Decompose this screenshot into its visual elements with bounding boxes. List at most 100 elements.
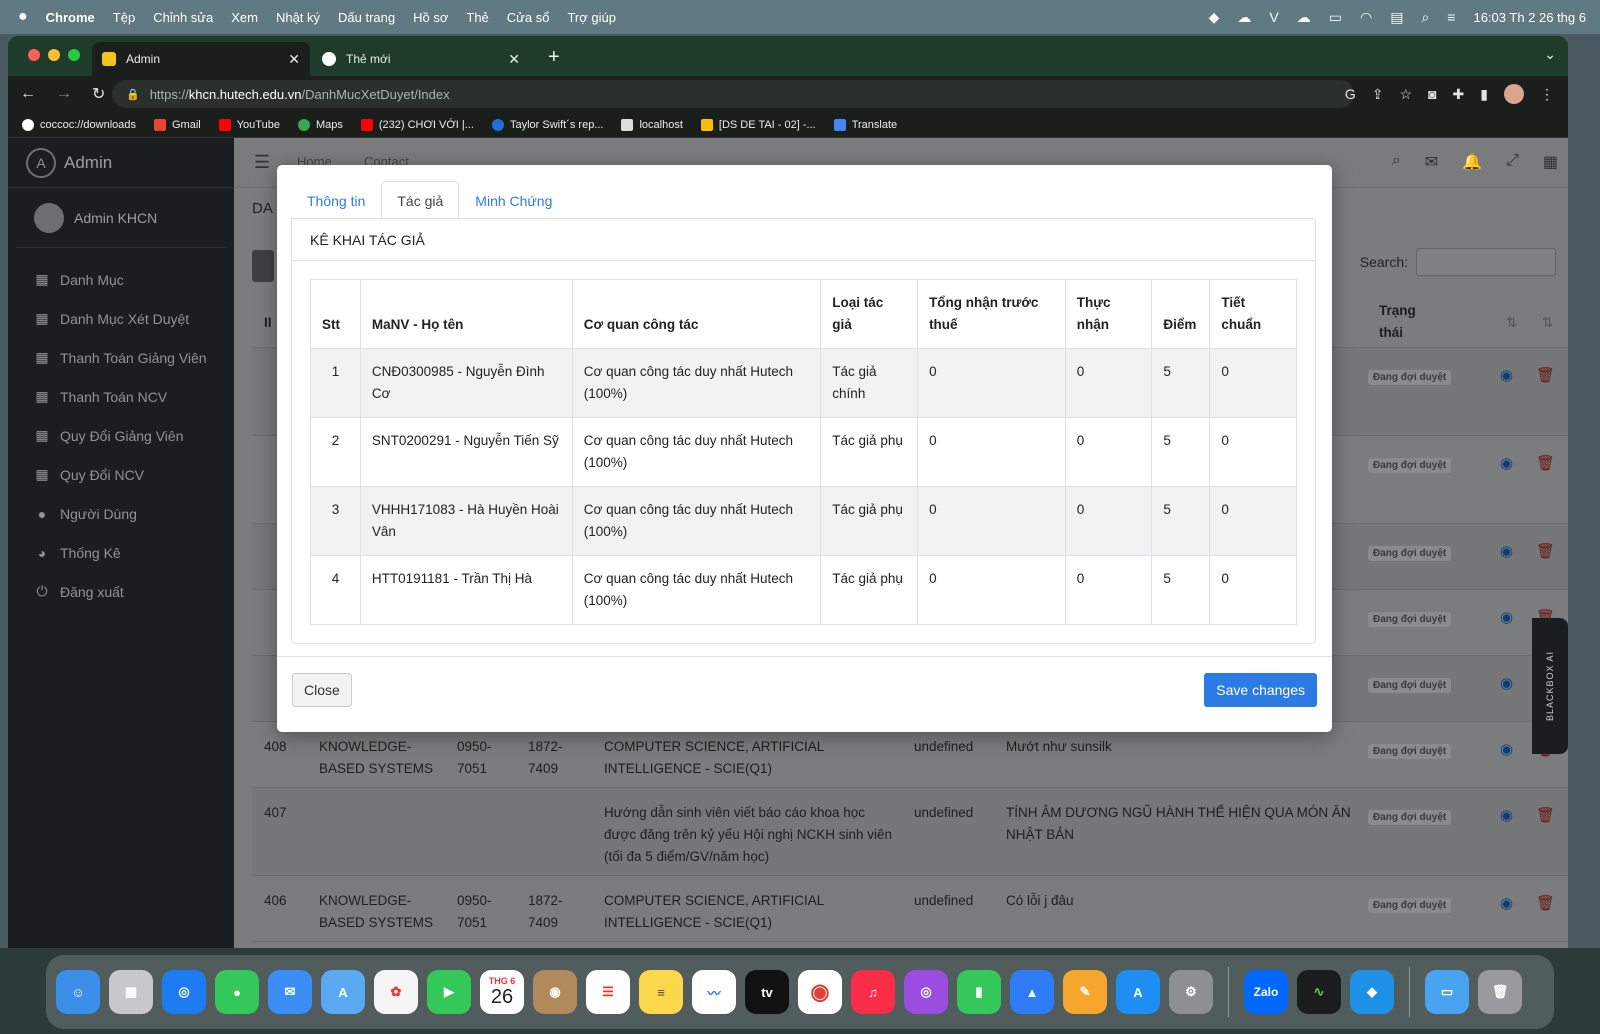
- profile-avatar[interactable]: [1504, 84, 1524, 104]
- menu-item-help[interactable]: Trợ giúp: [567, 10, 616, 25]
- notifications-bell-icon[interactable]: 🔔: [1462, 152, 1482, 172]
- messages-app-icon[interactable]: ●: [215, 970, 259, 1014]
- sort-icon[interactable]: ⇅: [1542, 312, 1553, 334]
- google-lens-icon[interactable]: G: [1345, 86, 1356, 102]
- keyboard-icon[interactable]: ▤: [1390, 9, 1403, 26]
- reload-icon[interactable]: ↻: [92, 84, 105, 104]
- table-search-input[interactable]: [1416, 248, 1556, 276]
- menu-item-window[interactable]: Cửa sổ: [507, 10, 550, 25]
- zalo-icon[interactable]: Zalo: [1244, 970, 1288, 1014]
- photos-icon[interactable]: ✿: [374, 970, 418, 1014]
- view-eye-icon[interactable]: ◉: [1500, 740, 1513, 758]
- sidebar-item-danh-muc-xet-duyet[interactable]: ▦ Danh Mục Xét Duyệt: [8, 299, 234, 338]
- menu-item-bookmarks[interactable]: Dấu trang: [338, 10, 395, 25]
- side-panel-icon[interactable]: ▮: [1480, 86, 1488, 103]
- col-id-header[interactable]: II: [264, 312, 272, 334]
- back-arrow-icon[interactable]: ←: [20, 85, 36, 103]
- podcasts-icon[interactable]: ◎: [904, 970, 948, 1014]
- camera-extension-icon[interactable]: ◙: [1428, 86, 1436, 102]
- chrome-menu-icon[interactable]: ⋮: [1540, 86, 1554, 103]
- bookmark-downloads[interactable]: coccoc://downloads: [22, 118, 136, 131]
- v-menu-icon[interactable]: V: [1269, 9, 1278, 25]
- tab-minh-chung[interactable]: Minh Chứng: [459, 181, 568, 219]
- bookmark-translate[interactable]: Translate: [833, 118, 897, 131]
- app-store-icon[interactable]: A: [1116, 970, 1160, 1014]
- chrome-app-icon[interactable]: ◉: [798, 970, 842, 1014]
- view-eye-icon[interactable]: ◉: [1500, 894, 1513, 912]
- view-eye-icon[interactable]: ◉: [1500, 542, 1513, 560]
- bookmark-maps[interactable]: Maps: [297, 118, 343, 131]
- search-icon[interactable]: ⌕: [1392, 152, 1401, 172]
- toolbar-button[interactable]: [252, 250, 274, 282]
- sidebar-item-thong-ke[interactable]: ◕ Thống Kê: [8, 533, 234, 572]
- tab-thong-tin[interactable]: Thông tin: [291, 181, 381, 219]
- mail-icon[interactable]: ✉: [268, 970, 312, 1014]
- finder-icon[interactable]: ☺: [56, 970, 100, 1014]
- extensions-puzzle-icon[interactable]: ✚: [1453, 86, 1465, 103]
- battery-icon[interactable]: ▭: [1329, 9, 1342, 26]
- tab-new-tab[interactable]: Thẻ mới ✕: [312, 42, 530, 76]
- view-eye-icon[interactable]: ◉: [1500, 806, 1513, 824]
- reminders-icon[interactable]: ☰: [586, 970, 630, 1014]
- maps-app-icon[interactable]: A: [321, 970, 365, 1014]
- trash-icon[interactable]: 🗑: [1478, 970, 1522, 1014]
- delete-trash-icon[interactable]: 🗑: [1536, 454, 1555, 472]
- save-changes-button[interactable]: Save changes: [1204, 673, 1317, 707]
- bookmark-gmail[interactable]: Gmail: [154, 118, 201, 131]
- keynote-icon[interactable]: ▲: [1010, 970, 1054, 1014]
- pages-icon[interactable]: ✎: [1063, 970, 1107, 1014]
- blackbox-ai-panel[interactable]: BLACKBOX AI: [1532, 618, 1568, 754]
- cloud-status-icon[interactable]: ☁: [1237, 9, 1251, 26]
- bookmark-localhost[interactable]: localhost: [621, 118, 683, 131]
- launchpad-icon[interactable]: ▦: [109, 970, 153, 1014]
- close-tab-icon[interactable]: ✕: [288, 51, 300, 68]
- close-button[interactable]: Close: [292, 673, 352, 707]
- close-window-button[interactable]: [28, 49, 40, 61]
- tab-tac-gia[interactable]: Tác giả: [381, 181, 460, 219]
- freeform-icon[interactable]: 〰: [692, 970, 736, 1014]
- minimize-window-button[interactable]: [48, 49, 60, 61]
- lock-icon[interactable]: 🔒: [126, 88, 140, 101]
- calendar-icon[interactable]: THG 6 26: [480, 970, 524, 1014]
- bookmark-star-icon[interactable]: ☆: [1400, 86, 1413, 103]
- menu-item-profiles[interactable]: Hồ sơ: [413, 10, 448, 25]
- sidebar-item-quy-doi-giang-vien[interactable]: ▦ Quy Đổi Giảng Viên: [8, 416, 234, 455]
- view-eye-icon[interactable]: ◉: [1500, 608, 1513, 626]
- fullscreen-icon[interactable]: ⤢: [1506, 152, 1519, 172]
- tab-search-chevron-icon[interactable]: ⌄: [1544, 46, 1556, 63]
- sidebar-item-thanh-toan-ncv[interactable]: ▦ Thanh Toán NCV: [8, 377, 234, 416]
- spotlight-search-icon[interactable]: ⌕: [1421, 9, 1429, 26]
- view-eye-icon[interactable]: ◉: [1500, 454, 1513, 472]
- apple-tv-icon[interactable]: tv: [745, 970, 789, 1014]
- sidebar-item-dang-xuat[interactable]: ⏻ Đăng xuất: [8, 572, 234, 611]
- delete-trash-icon[interactable]: 🗑: [1536, 806, 1555, 824]
- delete-trash-icon[interactable]: 🗑: [1536, 894, 1555, 912]
- downloads-folder-icon[interactable]: ▭: [1425, 970, 1469, 1014]
- sidebar-brand[interactable]: A Admin: [8, 138, 234, 188]
- new-tab-plus-icon[interactable]: +: [548, 46, 560, 69]
- notes-icon[interactable]: ≡: [639, 970, 683, 1014]
- delete-trash-icon[interactable]: 🗑: [1536, 366, 1555, 384]
- bookmark-youtube[interactable]: YouTube: [218, 118, 280, 131]
- menu-item-history[interactable]: Nhật ký: [276, 10, 320, 25]
- facetime-icon[interactable]: ▶: [427, 970, 471, 1014]
- close-tab-icon[interactable]: ✕: [508, 51, 520, 68]
- sidebar-item-nguoi-dung[interactable]: ● Người Dùng: [8, 494, 234, 533]
- bookmark-youtube-video[interactable]: (232) CHƠI VỚI |...: [360, 118, 474, 131]
- col-status-header[interactable]: Trạng thái: [1379, 300, 1439, 344]
- delete-trash-icon[interactable]: 🗑: [1536, 542, 1555, 560]
- view-eye-icon[interactable]: ◉: [1500, 366, 1513, 384]
- share-icon[interactable]: ⇪: [1372, 86, 1384, 103]
- sidebar-user-panel[interactable]: Admin KHCN: [16, 188, 226, 248]
- system-settings-icon[interactable]: ⚙: [1169, 970, 1213, 1014]
- apple-menu-icon[interactable]: ●: [18, 8, 28, 26]
- wifi-icon[interactable]: ◠: [1360, 9, 1372, 26]
- control-center-icon[interactable]: ≡: [1447, 9, 1455, 25]
- bookmark-taylor-swift[interactable]: Taylor Swift´s rep...: [491, 118, 603, 131]
- docker-icon[interactable]: ◆: [1350, 970, 1394, 1014]
- safari-icon[interactable]: ◎: [162, 970, 206, 1014]
- docker-status-icon[interactable]: ◆: [1209, 9, 1220, 26]
- menu-item-view[interactable]: Xem: [231, 10, 258, 25]
- sidebar-item-thanh-toan-giang-vien[interactable]: ▦ Thanh Toán Giảng Viên: [8, 338, 234, 377]
- menu-item-file[interactable]: Tệp: [113, 10, 135, 25]
